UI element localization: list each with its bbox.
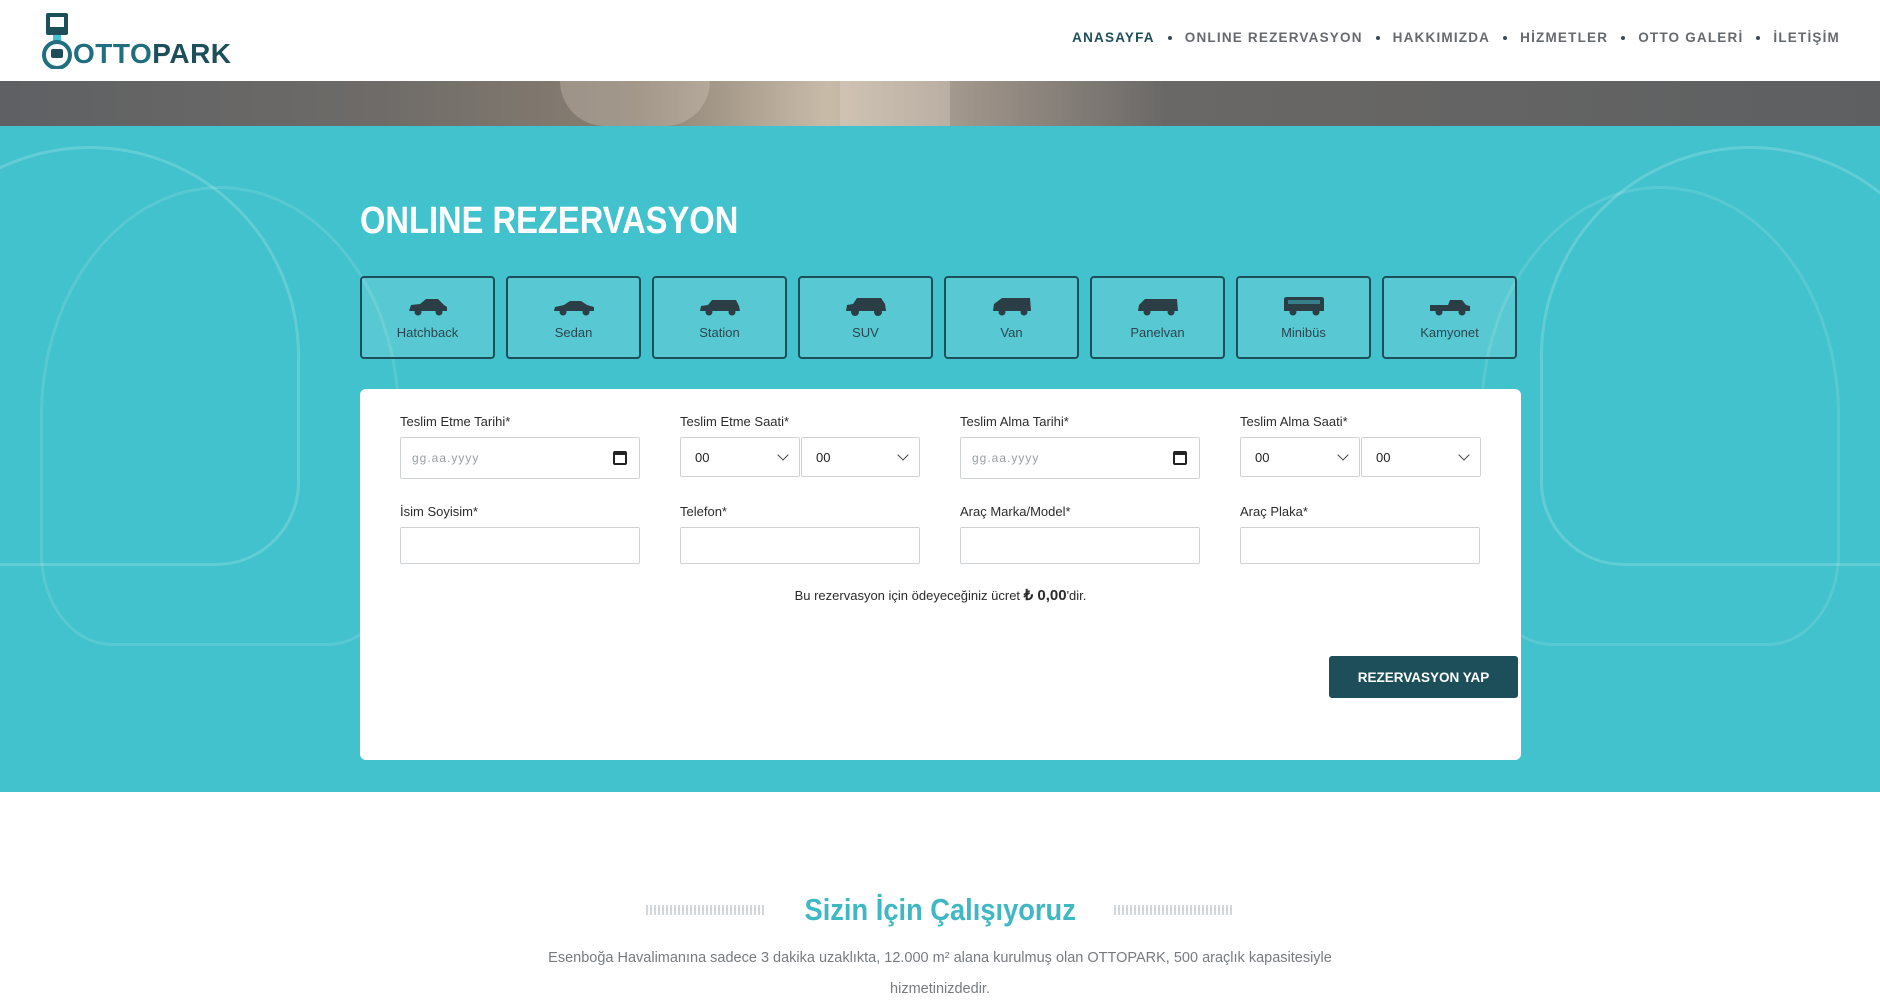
vehicle-type-label: Sedan	[554, 325, 593, 340]
hero-image-strip	[0, 81, 1880, 126]
pickup-hour-select[interactable]: 00	[1240, 437, 1360, 477]
vehicle-type-label: Kamyonet	[1420, 325, 1479, 340]
nav-separator	[1503, 35, 1508, 40]
vehicle-type-label: Station	[699, 325, 740, 340]
reservation-price: Bu rezervasyon için ödeyeceğiniz ücret ₺…	[360, 586, 1521, 604]
logo-text-otto: OTTO	[73, 38, 153, 69]
vehicle-type-label: Minibüs	[1281, 325, 1326, 340]
vehicle-type-panelvan[interactable]: Panelvan	[1090, 276, 1225, 359]
make-reservation-button[interactable]: REZERVASYON YAP	[1327, 654, 1520, 700]
pickup-truck-icon	[1429, 300, 1470, 316]
van-car-icon	[992, 298, 1031, 316]
name-label: İsim Soyisim*	[400, 504, 479, 519]
station-car-icon	[699, 300, 740, 316]
decorative-divider	[645, 905, 766, 915]
about-title: Sizin İçin Çalışıyoruz	[804, 892, 1076, 927]
main-nav: ANASAYFA ONLINE REZERVASYON HAKKIMIZDA H…	[1072, 30, 1840, 45]
vehicle-type-minibus[interactable]: Minibüs	[1236, 276, 1371, 359]
nav-separator	[1621, 35, 1626, 40]
decorative-divider	[1114, 905, 1235, 915]
nav-anasayfa[interactable]: ANASAYFA	[1072, 30, 1155, 45]
chevron-down-icon	[1458, 449, 1470, 461]
pickup-hour-value: 00	[1255, 449, 1270, 465]
nav-hizmetler[interactable]: HİZMETLER	[1520, 30, 1608, 45]
pickup-date-input[interactable]: gg.aa.yyyy	[960, 437, 1200, 479]
vehicle-type-suv[interactable]: SUV	[798, 276, 933, 359]
parking-logo-icon	[42, 13, 72, 70]
sedan-car-icon	[553, 301, 594, 316]
vehicle-type-label: Van	[1000, 325, 1023, 340]
delivery-time-label: Teslim Etme Saati*	[680, 414, 790, 429]
reservation-form: Teslim Etme Tarihi* gg.aa.yyyy Teslim Et…	[360, 389, 1521, 760]
vehicle-model-input[interactable]	[960, 527, 1200, 564]
background-car-image	[1480, 186, 1840, 646]
calendar-icon[interactable]	[1173, 451, 1187, 465]
price-prefix: Bu rezervasyon için ödeyeceğiniz ücret	[794, 588, 1024, 603]
phone-label: Telefon*	[680, 504, 727, 519]
vehicle-model-label: Araç Marka/Model*	[960, 504, 1071, 519]
hatchback-car-icon	[408, 299, 447, 316]
chevron-down-icon	[1337, 449, 1349, 461]
logo-text-park: PARK	[152, 38, 232, 69]
vehicle-type-kamyonet[interactable]: Kamyonet	[1382, 276, 1517, 359]
nav-separator	[1756, 35, 1761, 40]
vehicle-type-van[interactable]: Van	[944, 276, 1079, 359]
pickup-time-label: Teslim Alma Saati*	[1240, 414, 1348, 429]
ottopark-logo[interactable]: OTTOPARK	[42, 13, 232, 70]
about-text: Esenboğa Havalimanına sadece 3 dakika uz…	[548, 950, 1332, 997]
nav-otto-galeri[interactable]: OTTO GALERİ	[1638, 30, 1743, 45]
nav-hakkimizda[interactable]: HAKKIMIZDA	[1393, 30, 1491, 45]
calendar-icon[interactable]	[613, 451, 627, 465]
suv-car-icon	[845, 298, 886, 316]
background-car-image	[40, 186, 400, 646]
pickup-date-placeholder: gg.aa.yyyy	[972, 451, 1040, 465]
phone-input[interactable]	[680, 527, 920, 564]
pickup-minute-select[interactable]: 00	[1361, 437, 1481, 477]
delivery-hour-value: 00	[695, 449, 710, 465]
nav-online-rezervasyon[interactable]: ONLINE REZERVASYON	[1185, 30, 1363, 45]
delivery-minute-select[interactable]: 00	[801, 437, 920, 477]
delivery-hour-select[interactable]: 00	[680, 437, 800, 477]
vehicle-type-label: Panelvan	[1130, 325, 1185, 340]
vehicle-plate-input[interactable]	[1240, 527, 1480, 564]
pickup-minute-value: 00	[1376, 449, 1391, 465]
pickup-date-label: Teslim Alma Tarihi*	[960, 414, 1069, 429]
minibus-car-icon	[1283, 297, 1324, 316]
delivery-date-label: Teslim Etme Tarihi*	[400, 414, 511, 429]
panelvan-car-icon	[1137, 299, 1178, 316]
vehicle-type-sedan[interactable]: Sedan	[506, 276, 641, 359]
vehicle-plate-label: Araç Plaka*	[1240, 504, 1308, 519]
nav-separator	[1167, 35, 1172, 40]
nav-iletisim[interactable]: İLETİŞİM	[1773, 30, 1840, 45]
vehicle-type-label: SUV	[852, 325, 879, 340]
reservation-section: ONLINE REZERVASYON Hatchback Sedan Stati…	[0, 126, 1880, 792]
reservation-title: ONLINE REZERVASYON	[360, 200, 739, 242]
about-section: Sizin İçin Çalışıyoruz Esenboğa Havalima…	[0, 792, 1880, 1008]
chevron-down-icon	[897, 449, 909, 461]
chevron-down-icon	[777, 449, 789, 461]
vehicle-type-label: Hatchback	[396, 325, 459, 340]
price-suffix: 'dir.	[1066, 588, 1087, 603]
delivery-date-placeholder: gg.aa.yyyy	[412, 451, 480, 465]
name-input[interactable]	[400, 527, 640, 564]
nav-separator	[1375, 35, 1380, 40]
price-amount: ₺ 0,00	[1023, 587, 1067, 604]
vehicle-type-selector: Hatchback Sedan Station SUV Van Panelvan…	[360, 276, 1517, 359]
site-header: OTTOPARK ANASAYFA ONLINE REZERVASYON HAK…	[0, 0, 1880, 81]
vehicle-type-hatchback[interactable]: Hatchback	[360, 276, 495, 359]
delivery-date-input[interactable]: gg.aa.yyyy	[400, 437, 640, 479]
delivery-minute-value: 00	[816, 449, 831, 465]
vehicle-type-station[interactable]: Station	[652, 276, 787, 359]
